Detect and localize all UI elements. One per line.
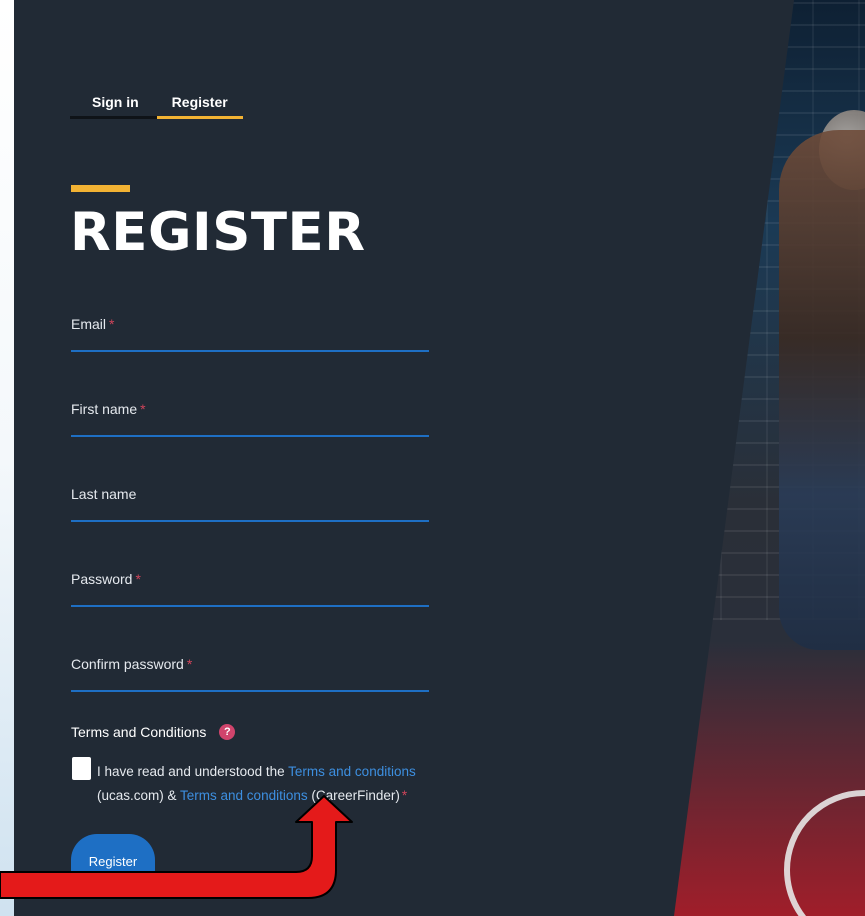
terms-checkbox[interactable] — [72, 757, 91, 780]
terms-text: I have read and understood the Terms and… — [97, 760, 437, 808]
email-field[interactable]: Email * — [71, 312, 433, 352]
terms-heading: Terms and Conditions ? — [71, 724, 236, 740]
confirm-password-input[interactable] — [71, 664, 433, 690]
help-icon[interactable]: ? — [219, 724, 236, 740]
password-input[interactable] — [71, 579, 433, 605]
password-field[interactable]: Password * — [71, 567, 433, 607]
terms-text-after: (CareerFinder) — [307, 788, 400, 803]
tab-register[interactable]: Register — [156, 92, 243, 119]
left-background-strip — [0, 0, 14, 916]
email-input[interactable] — [71, 324, 433, 350]
register-button[interactable]: Register — [71, 834, 155, 884]
terms-text-middle: (ucas.com) & — [97, 788, 181, 803]
first-name-input[interactable] — [71, 409, 433, 435]
confirm-password-field[interactable]: Confirm password * — [71, 652, 433, 692]
tab-sign-in[interactable]: Sign in — [70, 92, 157, 119]
auth-tabs: Sign in Register — [70, 92, 245, 124]
page-title: REGISTER — [70, 202, 366, 263]
first-name-field[interactable]: First name * — [71, 397, 433, 437]
terms-link-careerfinder[interactable]: Terms and conditions — [180, 788, 308, 803]
hero-photo — [674, 0, 865, 916]
bicycle-wheel — [784, 790, 865, 916]
last-name-field[interactable]: Last name — [71, 482, 433, 522]
terms-link-ucas[interactable]: Terms and conditions — [288, 764, 416, 779]
terms-heading-text: Terms and Conditions — [71, 724, 207, 740]
required-marker: * — [401, 788, 408, 803]
terms-text-before: I have read and understood the — [97, 764, 289, 779]
title-accent-bar — [71, 185, 130, 192]
last-name-input[interactable] — [71, 494, 433, 520]
person-figure — [779, 130, 865, 650]
